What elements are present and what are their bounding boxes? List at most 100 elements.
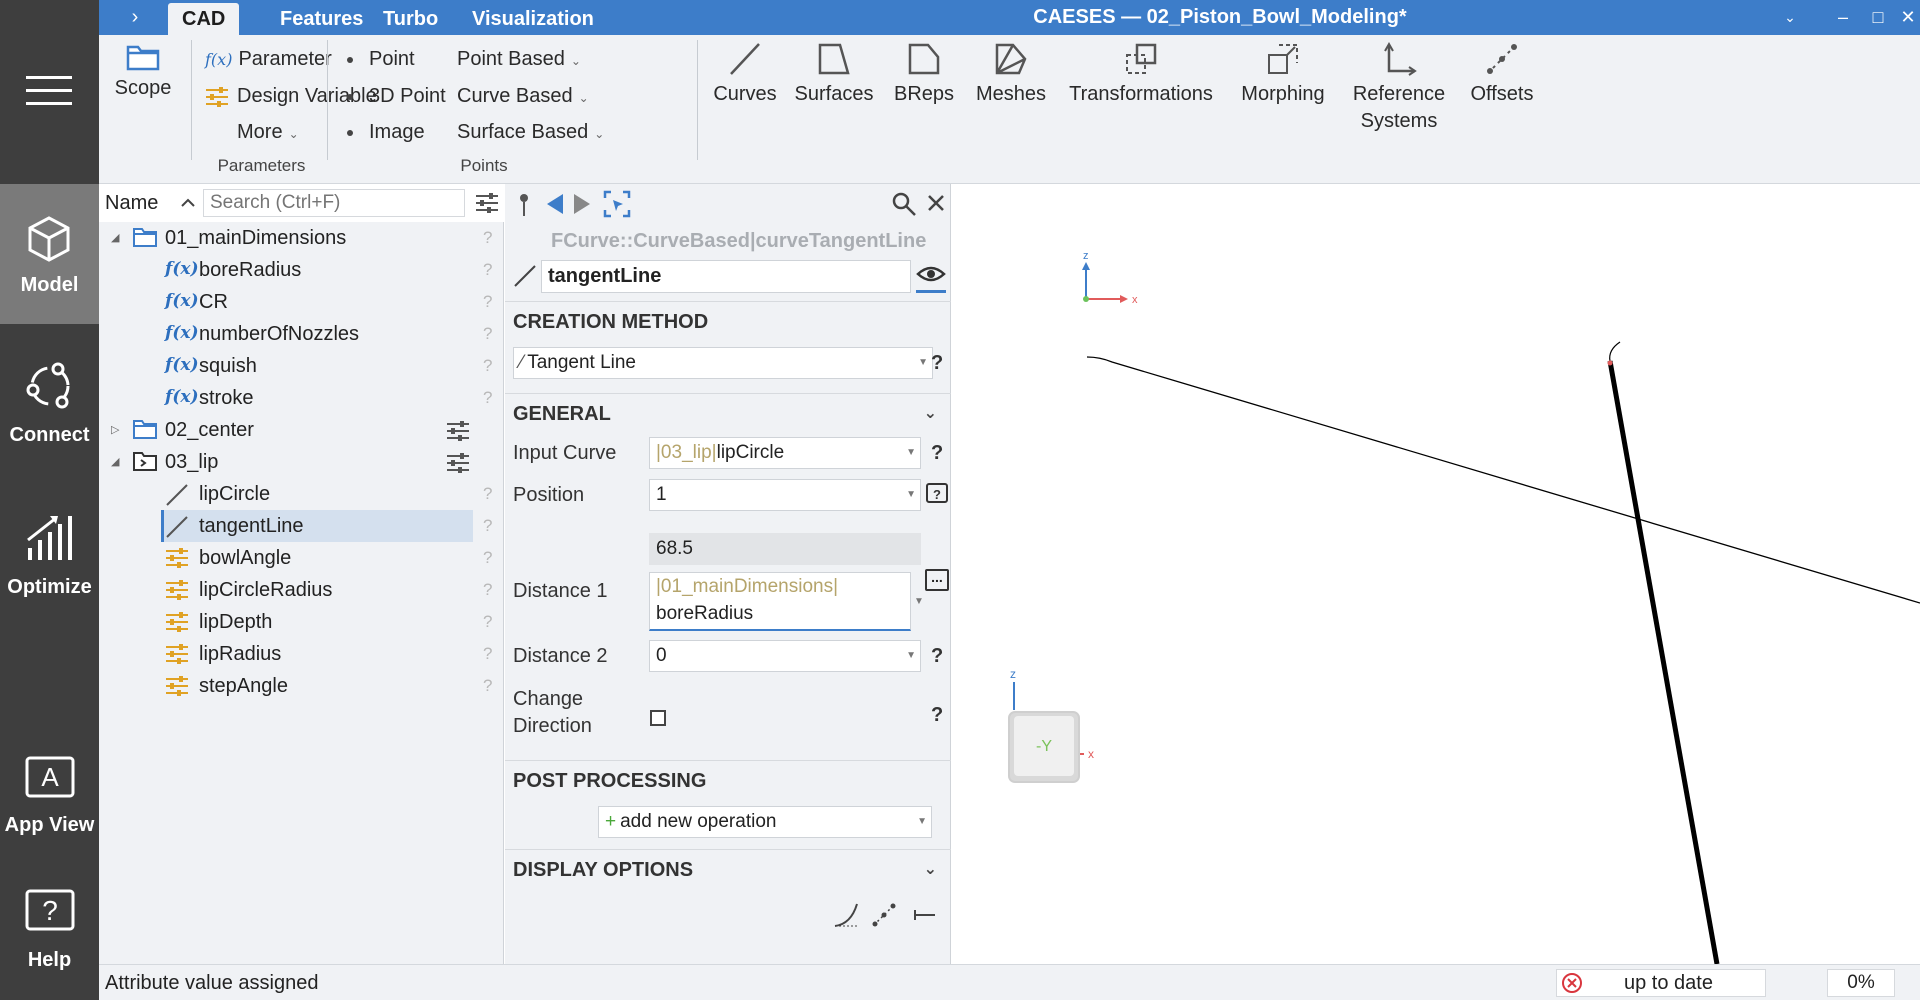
help-question-icon[interactable]: ? (931, 704, 943, 727)
help-question-icon[interactable]: ? (483, 516, 492, 536)
close-window-icon[interactable]: ✕ (1893, 3, 1920, 31)
help-question-icon[interactable]: ? (483, 612, 492, 632)
creation-method-select[interactable]: ⁄ Tangent Line ▼ (513, 347, 933, 379)
morphing-button[interactable]: Morphing (1229, 41, 1337, 108)
help-question-icon[interactable]: ? (483, 260, 492, 280)
expand-chevron-icon[interactable]: › (120, 3, 150, 31)
change-direction-checkbox[interactable] (650, 710, 666, 726)
tree-item-02-center[interactable]: ▷ 02_center (99, 414, 504, 446)
tree-item-stroke[interactable]: f(x) stroke ? (99, 382, 504, 414)
help-question-icon[interactable]: ? (483, 228, 492, 248)
tab-turbo[interactable]: Turbo (369, 3, 452, 35)
help-question-icon[interactable]: ? (483, 676, 492, 696)
sidebar-item-connect[interactable]: Connect (0, 330, 99, 470)
help-question-icon[interactable]: ? (483, 580, 492, 600)
help-question-icon[interactable]: ? (483, 292, 492, 312)
input-curve-select[interactable]: |03_lip|lipCircle ▼ (649, 437, 921, 469)
sidebar-item-app-view[interactable]: A App View (0, 725, 99, 865)
name-column-header[interactable]: Name (105, 192, 158, 215)
help-question-icon[interactable]: ? (483, 388, 492, 408)
help-question-icon[interactable]: ? (931, 645, 943, 668)
collapse-triangle-icon[interactable]: ◢ (111, 231, 119, 244)
dropdown-chevron-icon[interactable]: ⌄ (1775, 3, 1805, 31)
tree-item-bowlangle[interactable]: bowlAngle ? (99, 542, 504, 574)
direction-display-icon[interactable] (911, 902, 937, 928)
dropdown-arrow-icon[interactable]: ▼ (914, 596, 924, 607)
forward-arrow-icon[interactable] (572, 192, 592, 216)
distance2-input[interactable]: 0 ▼ (649, 640, 921, 672)
section-general[interactable]: GENERAL ⌄ (505, 393, 951, 433)
surfaces-button[interactable]: Surfaces (789, 41, 879, 108)
hamburger-menu-icon[interactable] (20, 70, 78, 110)
visibility-toggle[interactable] (916, 260, 946, 293)
viewport-canvas[interactable]: z x z x -Y (952, 184, 1920, 965)
tree-item-tangentline[interactable]: tangentLine ? (99, 510, 504, 542)
help-window-icon[interactable]: ? (925, 482, 949, 506)
more-dropdown[interactable]: More ⌄ (237, 121, 299, 144)
back-arrow-icon[interactable] (545, 192, 565, 216)
scope-button[interactable]: Scope (113, 43, 173, 102)
help-question-icon[interactable]: ? (483, 644, 492, 664)
select-in-tree-icon[interactable] (603, 190, 631, 218)
object-name-input[interactable]: tangentLine (541, 260, 911, 293)
surface-based-dropdown[interactable]: Surface Based ⌄ (457, 121, 604, 144)
point-based-dropdown[interactable]: Point Based ⌄ (457, 48, 581, 71)
3d-point-button[interactable]: 3D Point (347, 85, 446, 108)
point-button[interactable]: Point (347, 48, 415, 71)
parameter-button[interactable]: f(x) Parameter (205, 48, 332, 71)
tree-item-squish[interactable]: f(x) squish ? (99, 350, 504, 382)
tree-item-cr[interactable]: f(x) CR ? (99, 286, 504, 318)
tangent-line-geometry[interactable] (1086, 356, 1920, 604)
image-button[interactable]: Image (347, 121, 425, 144)
maximize-icon[interactable]: □ (1863, 3, 1893, 31)
tree-item-01-maindimensions[interactable]: ◢ 01_mainDimensions ? (99, 222, 504, 254)
lip-circle-arc[interactable] (1609, 341, 1621, 362)
reference-systems-button[interactable]: Reference Systems (1344, 41, 1454, 135)
help-question-icon[interactable]: ? (931, 352, 943, 375)
lip-curve-geometry[interactable] (1607, 360, 1720, 965)
filter-settings-icon[interactable] (475, 192, 499, 214)
tab-features[interactable]: Features (266, 3, 377, 35)
view-cube[interactable]: z x -Y (1008, 667, 1094, 783)
help-question-icon[interactable]: ? (931, 442, 943, 465)
tree-item-boreradius[interactable]: f(x) boreRadius ? (99, 254, 504, 286)
sidebar-item-model[interactable]: Model (0, 184, 99, 324)
tree-item-lipdepth[interactable]: lipDepth ? (99, 606, 504, 638)
sort-ascending-icon[interactable] (177, 192, 199, 214)
tree-item-numberofnozzles[interactable]: f(x) numberOfNozzles ? (99, 318, 504, 350)
section-display-options[interactable]: DISPLAY OPTIONS ⌄ (505, 849, 951, 889)
search-icon[interactable] (891, 191, 917, 217)
tree-item-03-lip[interactable]: ◢ 03_lip (99, 446, 504, 478)
offsets-button[interactable]: Offsets (1461, 41, 1543, 108)
breps-button[interactable]: BReps (889, 41, 959, 108)
tree-item-lipcircle[interactable]: lipCircle ? (99, 478, 504, 510)
tree-item-lipcircleradius[interactable]: lipCircleRadius ? (99, 574, 504, 606)
distance1-expression-input[interactable]: |01_mainDimensions| boreRadius (649, 572, 911, 631)
error-circle-icon[interactable] (1561, 972, 1583, 994)
sliders-icon[interactable] (446, 452, 470, 474)
meshes-button[interactable]: Meshes (968, 41, 1054, 108)
close-icon[interactable] (927, 194, 945, 212)
help-question-icon[interactable]: ? (483, 356, 492, 376)
minimize-icon[interactable]: – (1828, 3, 1858, 31)
point-display-icon[interactable] (871, 902, 897, 928)
curvature-display-icon[interactable] (833, 902, 859, 928)
transformations-button[interactable]: Transformations (1061, 41, 1221, 108)
add-operation-select[interactable]: + add new operation ▼ (598, 806, 932, 838)
help-question-icon[interactable]: ? (483, 324, 492, 344)
tab-cad[interactable]: CAD (168, 3, 240, 35)
position-input[interactable]: 1 ▼ (649, 479, 921, 511)
collapse-triangle-icon[interactable]: ◢ (111, 455, 119, 468)
expand-triangle-icon[interactable]: ▷ (111, 423, 119, 436)
help-question-icon[interactable]: ? (483, 484, 492, 504)
sliders-icon[interactable] (446, 420, 470, 442)
help-question-icon[interactable]: ? (483, 548, 492, 568)
tree-item-stepangle[interactable]: stepAngle ? (99, 670, 504, 702)
pin-icon[interactable] (517, 192, 531, 218)
tree-search-input[interactable] (203, 189, 465, 217)
sidebar-item-optimize[interactable]: Optimize (0, 480, 99, 620)
curve-based-dropdown[interactable]: Curve Based ⌄ (457, 85, 589, 108)
tree-item-lipradius[interactable]: lipRadius ? (99, 638, 504, 670)
sidebar-item-help[interactable]: ? Help (0, 865, 99, 1000)
expression-editor-button[interactable]: ... (925, 569, 949, 591)
